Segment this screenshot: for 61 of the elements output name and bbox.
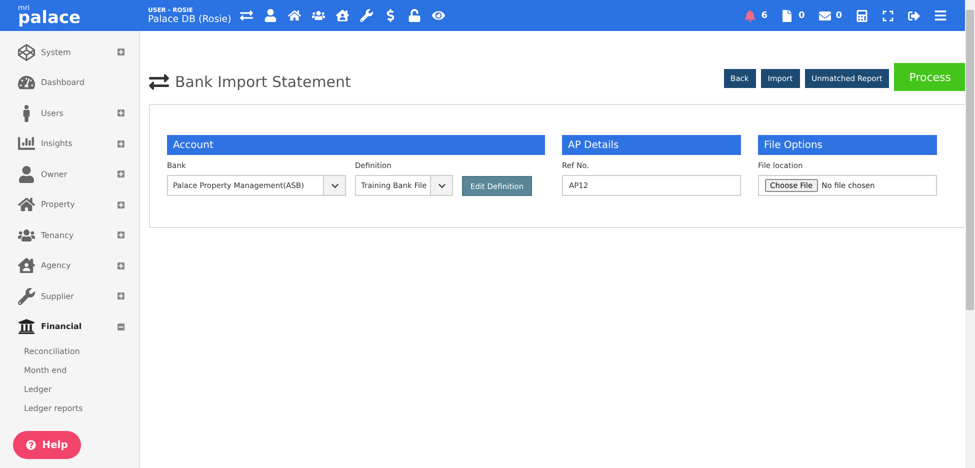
calculator-icon[interactable] <box>856 10 868 22</box>
expand-icon[interactable] <box>117 262 125 270</box>
sidebar-item[interactable]: Dashboard <box>41 78 125 88</box>
sidebar-item[interactable]: Agency <box>41 261 117 270</box>
envelope-icon[interactable] <box>818 10 831 22</box>
database-name: Palace DB (Rosie) <box>148 14 228 24</box>
sidebar-item[interactable]: Supplier <box>41 292 117 301</box>
home-icon[interactable] <box>288 9 301 22</box>
sidebar-item[interactable]: Insights <box>41 139 117 148</box>
sidebar-subitem[interactable]: Month end <box>0 361 139 380</box>
people-icon[interactable] <box>312 9 325 22</box>
eye-icon[interactable] <box>432 9 445 22</box>
dashboard-icon <box>18 74 35 92</box>
sidebar-subitem[interactable]: Reconciliation <box>0 342 139 361</box>
expand-icon[interactable] <box>117 140 125 148</box>
people-icon <box>18 226 35 244</box>
exchange-icon <box>149 72 169 92</box>
bar-chart-icon <box>18 135 35 152</box>
help-button[interactable]: Help <box>13 431 81 459</box>
count: 0 <box>798 10 805 20</box>
expand-icon[interactable] <box>117 48 125 56</box>
chevron-down-icon <box>330 182 338 190</box>
user-icon <box>18 166 35 183</box>
expand-icon[interactable] <box>117 170 125 178</box>
sidebar-item[interactable]: Tenancy <box>41 230 117 240</box>
wrench-icon <box>18 288 35 305</box>
exchange-icon[interactable] <box>240 9 253 22</box>
cube-icon <box>18 44 35 61</box>
section-header: File Options <box>758 135 937 155</box>
count: 0 <box>836 10 842 20</box>
sidebar-item[interactable]: Financial <box>41 322 117 332</box>
dollar-icon[interactable] <box>384 9 397 22</box>
house-people-icon <box>18 257 35 274</box>
sidebar-item[interactable]: Owner <box>41 170 117 179</box>
sidebar-item[interactable]: System <box>41 48 117 57</box>
section-header: AP Details <box>562 135 741 155</box>
house-people-icon[interactable] <box>336 9 349 22</box>
home-icon <box>18 196 35 214</box>
scrollbar[interactable] <box>965 0 975 468</box>
question-icon <box>26 440 36 450</box>
bank-icon <box>18 318 35 336</box>
sidebar-subitem[interactable]: Ledger reports <box>0 399 139 418</box>
expand-icon[interactable] <box>117 109 125 118</box>
expand-icon[interactable] <box>117 200 125 209</box>
sidebar-subitem[interactable]: Ledger <box>0 380 139 399</box>
wrench-icon[interactable] <box>360 9 373 22</box>
menu-icon[interactable] <box>934 9 947 22</box>
sidebar-item[interactable]: Property <box>41 200 117 210</box>
user-icon[interactable] <box>264 9 277 22</box>
count: 6 <box>761 10 768 20</box>
sign-out-icon[interactable] <box>908 10 920 22</box>
document-icon[interactable] <box>781 10 794 22</box>
expand-icon[interactable] <box>117 292 125 300</box>
expand-icon[interactable] <box>117 231 125 240</box>
expand-icon[interactable] <box>882 10 894 22</box>
collapse-icon[interactable] <box>117 322 125 331</box>
page-title: Bank Import Statement <box>175 73 351 91</box>
unlock-icon[interactable] <box>408 9 421 22</box>
chevron-down-icon <box>438 182 446 190</box>
section-header: Account <box>167 135 545 155</box>
sidebar-item[interactable]: Users <box>41 108 117 118</box>
